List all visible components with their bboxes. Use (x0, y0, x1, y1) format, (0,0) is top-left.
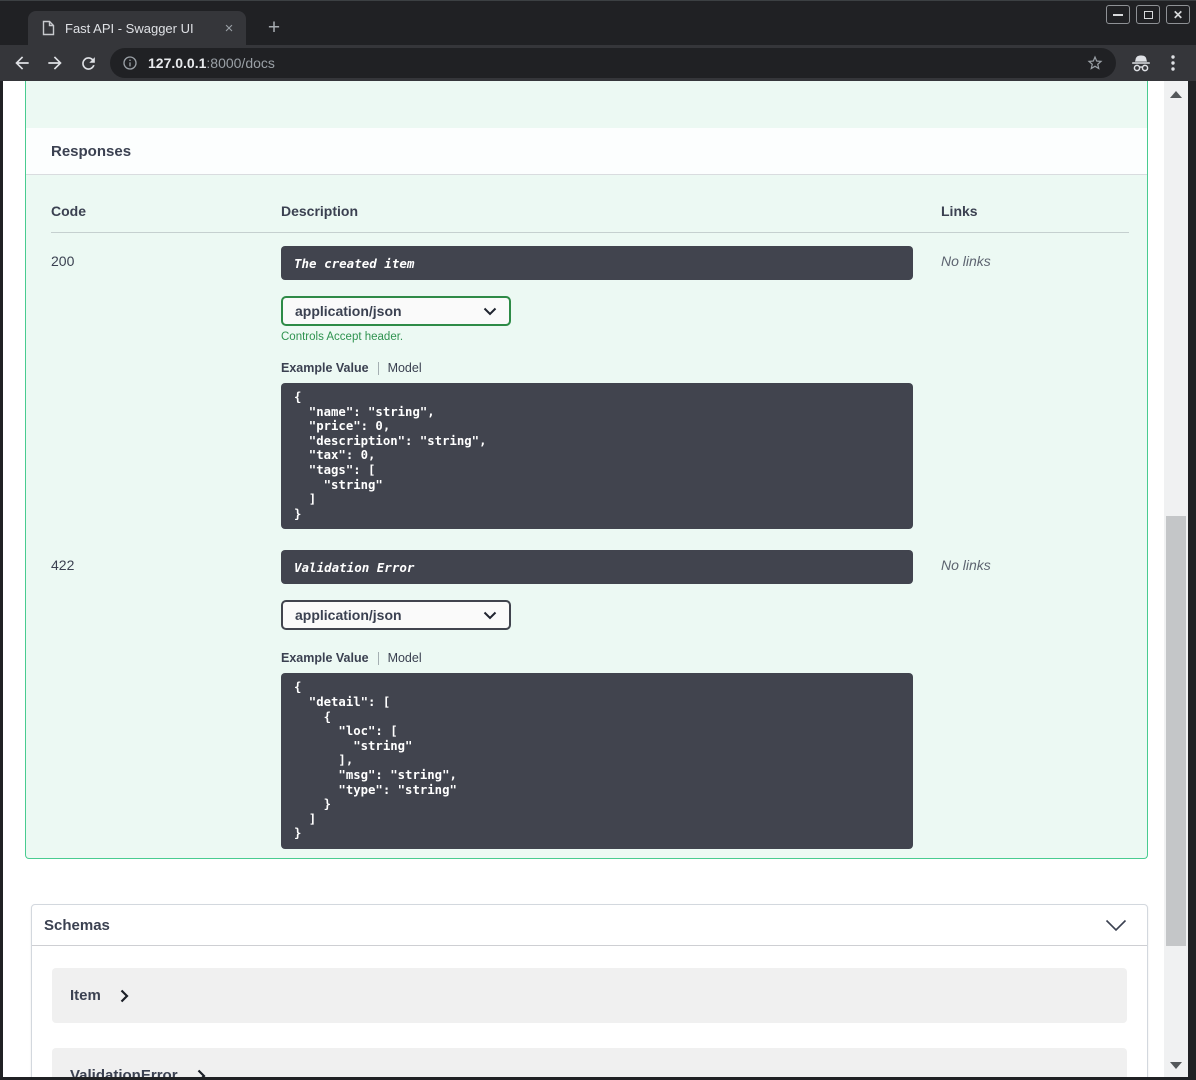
window-controls: ✕ (1106, 5, 1190, 24)
schema-validationerror-card[interactable]: ValidationError (52, 1048, 1127, 1077)
browser-menu-icon[interactable] (1164, 53, 1182, 73)
site-info-icon[interactable] (122, 55, 138, 71)
browser-tab[interactable]: Fast API - Swagger UI × (28, 11, 246, 45)
back-button[interactable] (11, 52, 33, 74)
forward-arrow-icon (48, 56, 62, 70)
close-button[interactable]: ✕ (1166, 5, 1190, 24)
example-json-block: { "detail": [ { "loc": [ "string" ], "ms… (281, 673, 913, 849)
response-description-text: The created item (294, 255, 415, 271)
scroll-up-arrow-icon[interactable] (1170, 91, 1182, 98)
url-path: :8000/docs (206, 55, 275, 71)
schemas-title: Schemas (44, 916, 110, 934)
swagger-content: Responses Code Description Links 200 The… (3, 81, 1164, 1077)
response-description-text: Validation Error (294, 559, 415, 575)
responses-section-header: Responses (26, 128, 1147, 175)
maximize-button[interactable] (1136, 5, 1160, 24)
url-host: 127.0.0.1 (148, 55, 207, 71)
example-model-tabs: Example Value Model (281, 651, 941, 665)
chevron-down-icon (483, 611, 497, 620)
media-type-value: application/json (295, 607, 402, 624)
opblock-spacer (26, 81, 1147, 128)
tab-example-value[interactable]: Example Value (281, 361, 369, 375)
example-json-block: { "name": "string", "price": 0, "descrip… (281, 383, 913, 530)
bookmark-star-icon[interactable] (1086, 54, 1104, 72)
tab-model[interactable]: Model (388, 651, 422, 665)
responses-title: Responses (51, 142, 132, 160)
chevron-right-icon (197, 1069, 206, 1077)
reload-icon (81, 56, 95, 70)
media-type-row: application/json (281, 600, 941, 631)
response-description-cell: The created item application/json Contro… (281, 246, 941, 530)
opblock-responses-panel: Responses Code Description Links 200 The… (25, 81, 1148, 859)
media-type-value: application/json (295, 303, 402, 319)
tab-divider (377, 361, 379, 375)
accept-header-note: Controls Accept header. (281, 331, 404, 343)
back-arrow-icon (15, 56, 29, 70)
tab-model[interactable]: Model (388, 361, 422, 375)
browser-window: Fast API - Swagger UI × + ✕ 127.0.0.1:80… (0, 0, 1196, 1080)
response-description-box: Validation Error (281, 550, 913, 585)
page-scrollbar[interactable] (1164, 81, 1188, 1077)
tab-divider (377, 651, 379, 665)
reload-button[interactable] (77, 52, 99, 74)
col-header-links: Links (941, 203, 978, 219)
chevron-down-icon[interactable] (1105, 919, 1127, 932)
chevron-right-icon (120, 989, 129, 1002)
close-icon: ✕ (1172, 7, 1184, 22)
incognito-icon (1129, 51, 1153, 75)
new-tab-button[interactable]: + (260, 14, 288, 42)
page-favicon-icon (42, 20, 55, 36)
schema-item-card[interactable]: Item (52, 968, 1127, 1023)
tab-close-icon[interactable]: × (220, 19, 238, 37)
minimize-button[interactable] (1106, 5, 1130, 24)
minimize-icon (1113, 13, 1123, 16)
tab-example-value[interactable]: Example Value (281, 651, 369, 665)
response-code: 422 (51, 557, 75, 574)
scroll-down-arrow-icon[interactable] (1170, 1062, 1182, 1069)
schema-name: ValidationError (70, 1067, 178, 1077)
schemas-body: Item ValidationError (32, 946, 1147, 1077)
response-description-cell: Validation Error application/json Exampl… (281, 550, 941, 849)
media-type-select[interactable]: application/json (281, 296, 511, 326)
response-code: 200 (51, 253, 75, 269)
response-links: No links (941, 253, 991, 269)
browser-toolbar: 127.0.0.1:8000/docs (0, 45, 1196, 81)
maximize-icon (1143, 10, 1153, 19)
page-viewport: Responses Code Description Links 200 The… (3, 81, 1188, 1077)
schema-name: Item (70, 987, 101, 1004)
forward-button[interactable] (44, 52, 66, 74)
response-row-200: 200 The created item application/json Co… (51, 233, 1129, 530)
chevron-down-icon (483, 307, 497, 315)
responses-table: Code Description Links 200 The created i… (26, 175, 1147, 849)
tab-title: Fast API - Swagger UI (65, 20, 194, 36)
example-model-tabs: Example Value Model (281, 361, 941, 375)
url-bar[interactable]: 127.0.0.1:8000/docs (110, 48, 1116, 78)
schemas-section: Schemas Item ValidationError (31, 904, 1148, 1077)
response-row-422: 422 Validation Error application/json Ex… (51, 537, 1129, 849)
media-type-row: application/json Controls Accept header. (281, 296, 941, 343)
browser-titlebar: Fast API - Swagger UI × + ✕ (0, 1, 1196, 45)
schemas-header[interactable]: Schemas (32, 905, 1147, 946)
response-links: No links (941, 557, 991, 574)
col-header-description: Description (281, 203, 359, 219)
col-header-code: Code (51, 203, 86, 219)
response-description-box: The created item (281, 246, 913, 280)
scrollbar-thumb[interactable] (1166, 516, 1186, 946)
media-type-select[interactable]: application/json (281, 600, 511, 631)
responses-table-header: Code Description Links (51, 203, 1129, 233)
